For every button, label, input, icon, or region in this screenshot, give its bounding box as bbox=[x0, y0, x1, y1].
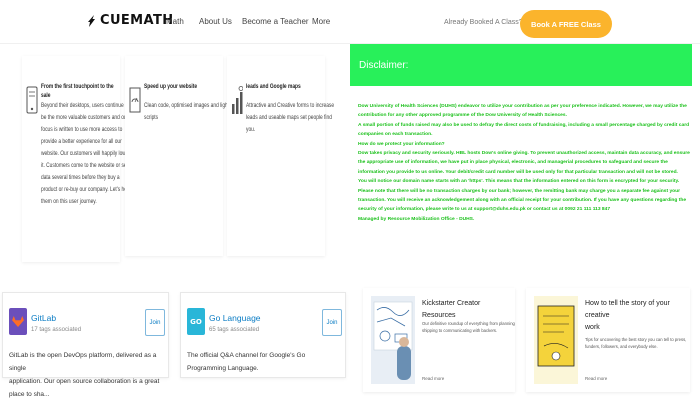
resource-title-line: work bbox=[585, 324, 600, 331]
disclaimer-title: Disclaimer: bbox=[359, 60, 409, 71]
tag-description-line: GitLab is the open DevOps platform, deli… bbox=[9, 352, 157, 372]
tag-name[interactable]: GitLab bbox=[31, 313, 56, 323]
resource-description-line: Our definitive roundup of everything fro… bbox=[422, 321, 515, 326]
tag-card-go-language[interactable]: GO Go Language 65 tags associated Join T… bbox=[180, 292, 346, 378]
feature-card-speed: Speed up your website Clean code, optimi… bbox=[125, 56, 229, 256]
disclaimer-line: transaction. You will receive an acknowl… bbox=[358, 198, 687, 204]
nav-link-become-teacher[interactable]: Become a Teacher bbox=[242, 17, 309, 26]
go-logo-icon: GO bbox=[187, 308, 205, 335]
tag-count: 17 tags associated bbox=[31, 327, 82, 333]
feature-body: Attractive and Creative forms to increas… bbox=[246, 102, 335, 133]
resource-description: Our definitive roundup of everything fro… bbox=[422, 320, 515, 334]
book-illustration bbox=[534, 296, 578, 384]
top-navbar: CUEMATH Math About Us Become a Teacher M… bbox=[0, 0, 700, 44]
feature-title: Speed up your website bbox=[144, 83, 198, 90]
tag-count: 65 tags associated bbox=[209, 327, 260, 333]
tag-description: The official Q&A channel for Google's Go… bbox=[187, 349, 345, 375]
logo-text: CUEMATH bbox=[100, 13, 174, 28]
chart-icon bbox=[232, 86, 243, 114]
disclaimer-line: A small portion of funds raised may also… bbox=[358, 122, 690, 128]
tag-description-line: application. Our open source collaborati… bbox=[9, 378, 160, 398]
resource-card-story[interactable]: How to tell the story of your creative w… bbox=[526, 288, 690, 392]
disclaimer-line: information you provide to us online. Yo… bbox=[358, 169, 678, 175]
whiteboard-image bbox=[371, 296, 415, 384]
resource-description-line: funders, followers, and everybody else. bbox=[585, 344, 658, 349]
resource-title[interactable]: Kickstarter Creator Resources bbox=[422, 298, 515, 322]
tag-card-gitlab[interactable]: GitLab 17 tags associated Join GitLab is… bbox=[2, 292, 169, 398]
speed-icon bbox=[129, 87, 141, 113]
nav-link-more[interactable]: More bbox=[312, 17, 330, 26]
resource-description-line: shipping to communicating with backers. bbox=[422, 328, 498, 333]
resource-title-line: How to tell the story of your creative bbox=[585, 300, 670, 319]
disclaimer-panel: Disclaimer: Dow University of Health Sci… bbox=[350, 44, 692, 282]
disclaimer-line: security of your information, please wri… bbox=[358, 207, 611, 213]
already-booked-link[interactable]: Already Booked A Class? bbox=[444, 19, 523, 26]
join-button[interactable]: Join bbox=[322, 309, 342, 336]
feature-body: Clean code, optimised images and light s… bbox=[144, 102, 230, 121]
join-button[interactable]: Join bbox=[145, 309, 165, 336]
book-free-class-button[interactable]: Book A FREE Class bbox=[520, 10, 612, 38]
tag-name[interactable]: Go Language bbox=[209, 313, 261, 323]
resource-title[interactable]: How to tell the story of your creative w… bbox=[585, 298, 690, 334]
resource-description: Tips for uncovering the best story you c… bbox=[585, 336, 686, 350]
nav-link-math[interactable]: Math bbox=[166, 17, 184, 26]
disclaimer-line: Dow takes privacy and security seriously… bbox=[358, 151, 690, 157]
disclaimer-line: Managed by Resource Mobilization Office … bbox=[358, 216, 475, 222]
disclaimer-line: You will notice our domain name starts w… bbox=[358, 179, 680, 185]
disclaimer-line: the appropriate use of information, we h… bbox=[358, 160, 668, 166]
disclaimer-line: contribution for any other approved prog… bbox=[358, 113, 567, 119]
mobile-icon bbox=[26, 86, 38, 114]
feature-card-touchpoint: From the first touchpoint to the sale Be… bbox=[22, 56, 131, 262]
gitlab-logo-icon bbox=[9, 308, 27, 335]
feature-title: From the first touchpoint to the sale bbox=[41, 83, 114, 99]
disclaimer-line: companies on each transaction. bbox=[358, 132, 433, 138]
disclaimer-line: How do we protect your information? bbox=[358, 141, 445, 147]
resource-description-line: Tips for uncovering the best story you c… bbox=[585, 337, 687, 342]
feature-card-leads: leads and Google maps Attractive and Cre… bbox=[227, 56, 334, 256]
rocket-icon bbox=[88, 14, 95, 27]
disclaimer-line: Please note that there will be no transa… bbox=[358, 188, 681, 194]
cuemath-logo[interactable]: CUEMATH bbox=[86, 13, 174, 28]
disclaimer-header: Disclaimer: bbox=[350, 44, 692, 86]
read-more-link[interactable]: Read more bbox=[422, 376, 444, 381]
resource-card-kickstarter[interactable]: Kickstarter Creator Resources Our defini… bbox=[363, 288, 515, 392]
read-more-link[interactable]: Read more bbox=[585, 376, 607, 381]
disclaimer-line: Dow University of Health Sciences (DUHS)… bbox=[358, 104, 687, 109]
disclaimer-body: Dow University of Health Sciences (DUHS)… bbox=[358, 102, 696, 224]
feature-title: leads and Google maps bbox=[246, 83, 301, 90]
tag-description-line: The official Q&A channel for Google's Go… bbox=[187, 352, 306, 372]
tag-description: GitLab is the open DevOps platform, deli… bbox=[9, 349, 168, 400]
nav-link-about[interactable]: About Us bbox=[199, 17, 232, 26]
feature-body: Beyond their desktops, users continue to… bbox=[41, 102, 131, 205]
